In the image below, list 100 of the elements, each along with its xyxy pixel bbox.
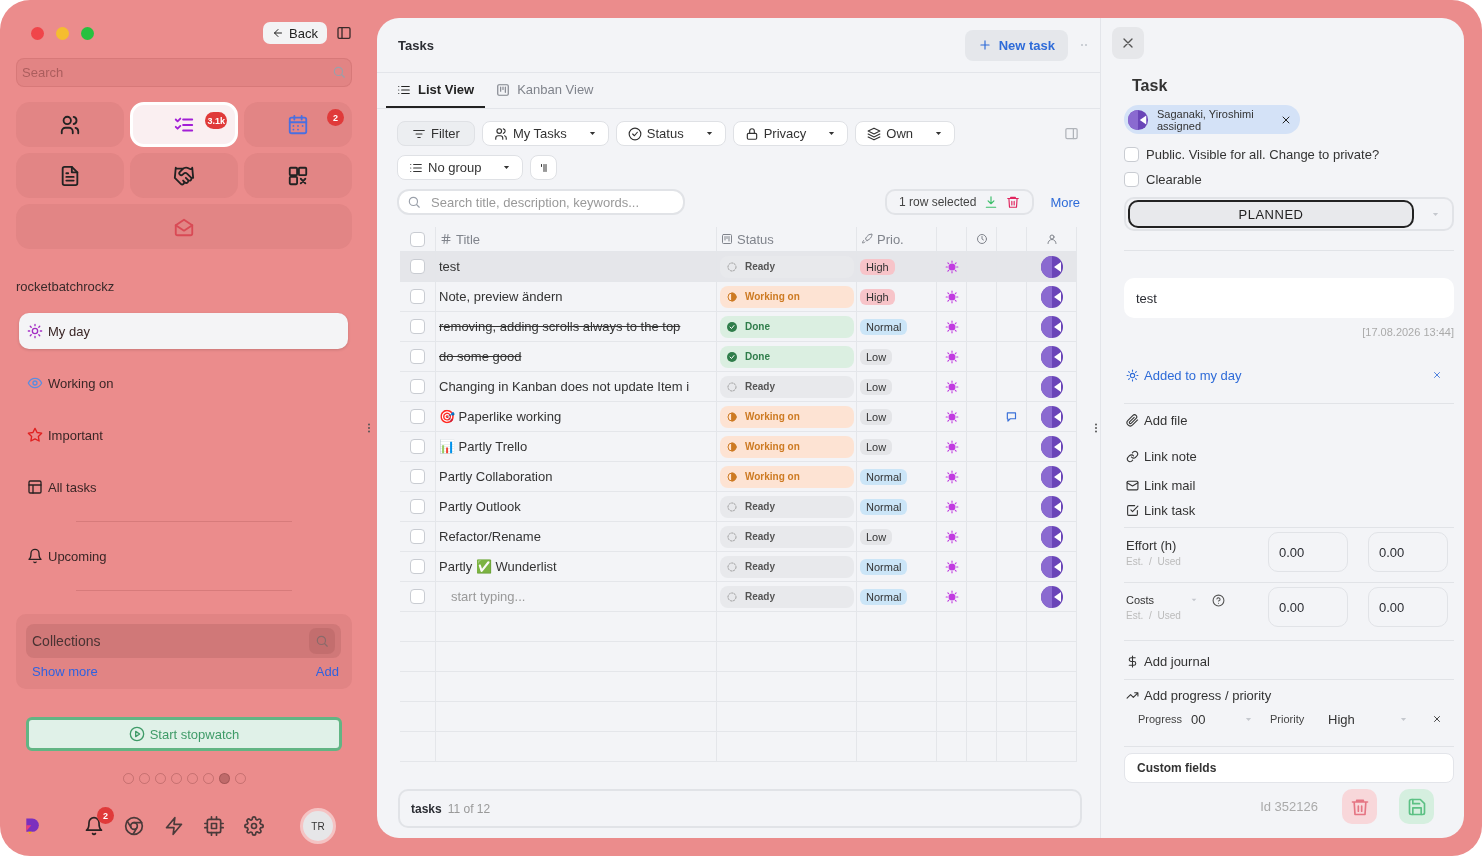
- action-link[interactable]: Link mail: [1124, 475, 1196, 495]
- filter-dropdown[interactable]: Status: [615, 121, 726, 146]
- task-title: Note, preview ändern: [439, 289, 563, 304]
- action-link[interactable]: Add journal: [1124, 651, 1210, 671]
- nav-item[interactable]: Important: [19, 417, 348, 453]
- user-avatar[interactable]: TR: [300, 808, 336, 844]
- task-title: 📊 Partly Trello: [439, 439, 528, 454]
- table-row[interactable]: do some good Done Low: [400, 342, 1077, 372]
- filter-dropdown[interactable]: My Tasks: [481, 121, 609, 146]
- assignee-name: Saganaki, Yiroshimi: [1157, 107, 1255, 120]
- task-title: Partly Collaboration: [439, 469, 553, 484]
- table-row[interactable]: removing, adding scrolls always to the top Done Normal: [400, 312, 1077, 342]
- number-field[interactable]: 0.00: [1268, 587, 1348, 627]
- count-badge: 2: [327, 109, 344, 126]
- filter-dropdown[interactable]: No group: [397, 155, 524, 180]
- priority-value: High: [1328, 711, 1355, 727]
- checkbox-label: Clearable: [1146, 171, 1202, 187]
- new-task-field[interactable]: start typing...: [449, 588, 699, 605]
- priority-tag[interactable]: Normal: [860, 558, 908, 575]
- task-title: Refactor/Rename: [439, 529, 541, 544]
- nav-item[interactable]: My day: [19, 313, 348, 349]
- title-field[interactable]: test: [1124, 278, 1454, 318]
- app-tile[interactable]: 2: [244, 102, 352, 147]
- priority-tag[interactable]: Normal: [860, 318, 908, 335]
- collections-title: Collections: [32, 633, 101, 649]
- priority-tag[interactable]: Low: [860, 438, 893, 455]
- priority-tag[interactable]: Normal: [860, 588, 908, 605]
- priority-tag[interactable]: Low: [860, 408, 893, 425]
- assignee-role: assigned: [1157, 119, 1202, 132]
- section-title: Custom fields: [1137, 761, 1217, 775]
- task-title: Partly ✅ Wunderlist: [439, 559, 557, 574]
- table-row[interactable]: Partly Outlook Ready Normal: [400, 492, 1077, 522]
- column-header[interactable]: Prio.: [877, 231, 904, 247]
- nav-item[interactable]: All tasks: [19, 469, 348, 505]
- view-tab[interactable]: Kanban View: [485, 73, 605, 108]
- task-count: 11 of 12: [447, 801, 491, 816]
- task-title: do some good: [439, 349, 522, 364]
- priority-dropdown[interactable]: High: [1328, 711, 1416, 727]
- filter-button[interactable]: Filter: [397, 121, 475, 146]
- table-row[interactable]: 🎯 Paperlike working Working on Low: [400, 402, 1077, 432]
- progress-dropdown[interactable]: 00: [1191, 711, 1261, 727]
- status-pill[interactable]: Done: [720, 345, 854, 368]
- filter-dropdown[interactable]: Privacy: [732, 121, 849, 146]
- record-id: Id 352126: [1260, 799, 1318, 814]
- timestamp: [17.08.2026 13:44]: [1361, 326, 1454, 338]
- count-badge: 3.1k: [205, 112, 227, 129]
- page-title: Tasks: [398, 37, 434, 53]
- app-tile[interactable]: 3.1k: [130, 102, 238, 147]
- priority-tag[interactable]: High: [860, 288, 895, 305]
- task-title: 🎯 Paperlike working: [439, 409, 562, 424]
- priority-tag[interactable]: Low: [860, 348, 893, 365]
- action-link[interactable]: Add file: [1124, 410, 1188, 430]
- task-title: removing, adding scrolls always to the top: [439, 319, 681, 334]
- new-task-button[interactable]: New task: [964, 29, 1068, 61]
- table-row[interactable]: Partly Collaboration Working on Normal: [400, 462, 1077, 492]
- table-row[interactable]: Refactor/Rename Ready Low: [400, 522, 1077, 552]
- priority-tag[interactable]: High: [860, 258, 895, 275]
- checkbox-label: Public. Visible for all. Change to private?: [1146, 146, 1380, 162]
- status-value: PLANNED: [1128, 200, 1414, 228]
- progress-value: 00: [1191, 711, 1206, 727]
- table-row[interactable]: 📊 Partly Trello Working on Low: [400, 432, 1077, 462]
- priority-tag[interactable]: Low: [860, 528, 893, 545]
- field-label: Effort (h): [1126, 537, 1177, 553]
- status-pill[interactable]: Ready: [720, 525, 854, 548]
- nav-item[interactable]: Working on: [19, 365, 348, 401]
- task-title: Partly Outlook: [439, 499, 521, 514]
- view-tab[interactable]: List View: [386, 73, 486, 108]
- status-pill[interactable]: Ready: [720, 555, 854, 578]
- priority-tag[interactable]: Low: [860, 378, 893, 395]
- priority-tag[interactable]: Normal: [860, 498, 908, 515]
- status-pill[interactable]: Done: [720, 315, 854, 338]
- field-label: Progress: [1137, 713, 1184, 725]
- selection-count: 1 row selected: [899, 195, 977, 209]
- status-pill[interactable]: Ready: [720, 375, 854, 398]
- number-field[interactable]: 0.00: [1268, 532, 1348, 572]
- column-header[interactable]: Status: [737, 231, 774, 247]
- table-row[interactable]: Partly ✅ Wunderlist Ready Normal: [400, 552, 1077, 582]
- priority-tag[interactable]: Normal: [860, 468, 908, 485]
- more-link[interactable]: More: [1050, 194, 1080, 210]
- task-title: test: [439, 259, 460, 274]
- action-link[interactable]: Link note: [1124, 446, 1197, 466]
- table-row[interactable]: Changing in Kanban does not update Item i Ready Low: [400, 372, 1077, 402]
- status-pill[interactable]: Ready: [720, 495, 854, 518]
- field-label: Costs: [1126, 594, 1155, 606]
- table-row[interactable]: start typing... Ready Normal: [400, 582, 1077, 612]
- action-link[interactable]: Add progress / priority: [1124, 685, 1272, 705]
- field-hint: Est. / Used: [1126, 609, 1182, 621]
- table-row[interactable]: test Ready High: [400, 252, 1077, 282]
- table-row[interactable]: Note, preview ändern Working on High: [400, 282, 1077, 312]
- status-dropdown[interactable]: PLANNED: [1124, 197, 1454, 231]
- search-field[interactable]: Search title, description, keywords...: [397, 189, 685, 215]
- filter-dropdown[interactable]: Own: [855, 121, 956, 146]
- number-field[interactable]: 0.00: [1368, 532, 1448, 572]
- field-hint: Est. / Used: [1126, 555, 1182, 567]
- nav-item[interactable]: Upcoming: [19, 538, 348, 574]
- status-pill[interactable]: Ready: [720, 585, 854, 608]
- my-day-label[interactable]: Added to my day: [1144, 367, 1242, 383]
- back-button[interactable]: Back: [263, 22, 327, 44]
- number-field[interactable]: 0.00: [1368, 587, 1448, 627]
- action-link[interactable]: Link task: [1124, 500, 1196, 520]
